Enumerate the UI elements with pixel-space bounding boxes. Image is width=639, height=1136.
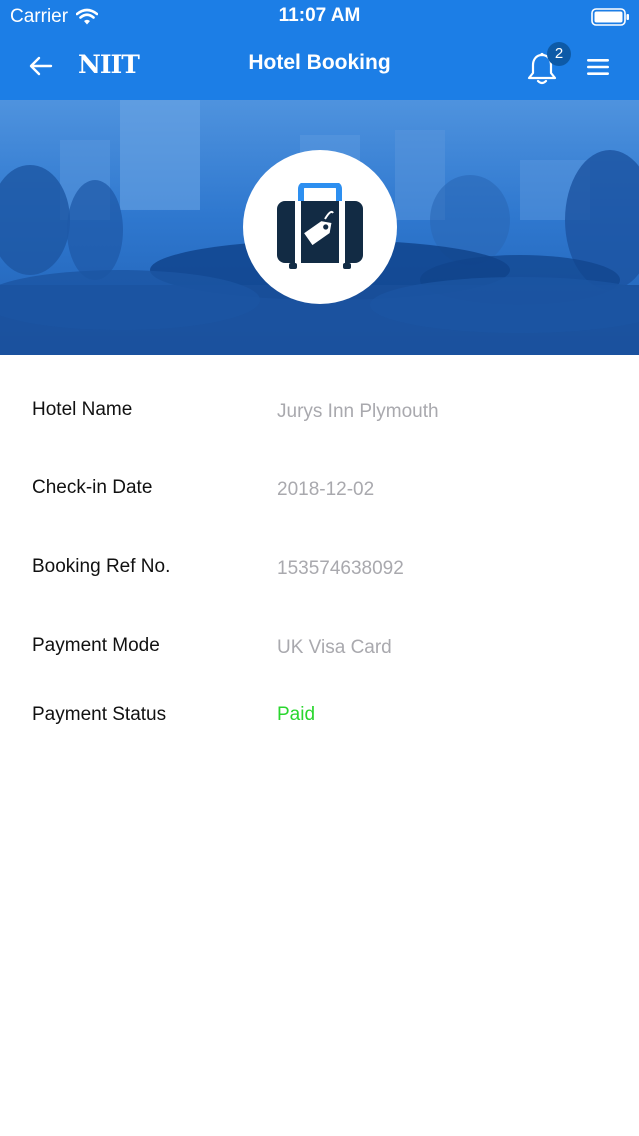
- arrow-left-icon: [29, 56, 53, 76]
- hamburger-menu-icon: [587, 59, 609, 75]
- payment-mode-label: Payment Mode: [32, 635, 160, 656]
- booking-ref-value: 153574638092: [277, 558, 404, 579]
- notification-count-badge: 2: [547, 42, 571, 66]
- luggage-tag-icon: [277, 183, 363, 269]
- brand-logo: NIIT: [78, 50, 140, 79]
- status-bar: Carrier 11:07 AM: [0, 0, 639, 34]
- payment-mode-value: UK Visa Card: [277, 637, 392, 658]
- detail-row-payment-status: Payment Status Paid: [0, 704, 639, 744]
- battery-icon: [591, 8, 631, 26]
- status-time: 11:07 AM: [278, 5, 361, 26]
- detail-row-checkin-date: Check-in Date 2018-12-02: [0, 477, 639, 517]
- detail-row-payment-mode: Payment Mode UK Visa Card: [0, 635, 639, 675]
- menu-button[interactable]: [580, 50, 616, 84]
- detail-row-hotel-name: Hotel Name Jurys Inn Plymouth: [0, 399, 639, 439]
- hotel-name-value: Jurys Inn Plymouth: [277, 401, 439, 422]
- navigation-bar: NIIT Hotel Booking 2: [0, 34, 639, 100]
- hero-banner: [0, 100, 639, 355]
- notifications-button[interactable]: 2: [522, 42, 571, 88]
- top-bar: Carrier 11:07 AM NIIT Hotel Booking 2: [0, 0, 639, 100]
- payment-status-value: Paid: [277, 704, 316, 725]
- back-button[interactable]: [22, 48, 60, 84]
- luggage-badge: [243, 150, 397, 304]
- booking-ref-label: Booking Ref No.: [32, 556, 171, 577]
- checkin-date-label: Check-in Date: [32, 477, 153, 498]
- checkin-date-value: 2018-12-02: [277, 479, 375, 500]
- detail-row-booking-ref: Booking Ref No. 153574638092: [0, 556, 639, 596]
- payment-status-label: Payment Status: [32, 704, 167, 725]
- hotel-name-label: Hotel Name: [32, 399, 133, 420]
- hotel-booking-screen: Carrier 11:07 AM NIIT Hotel Booking 2 Ho…: [0, 0, 639, 1136]
